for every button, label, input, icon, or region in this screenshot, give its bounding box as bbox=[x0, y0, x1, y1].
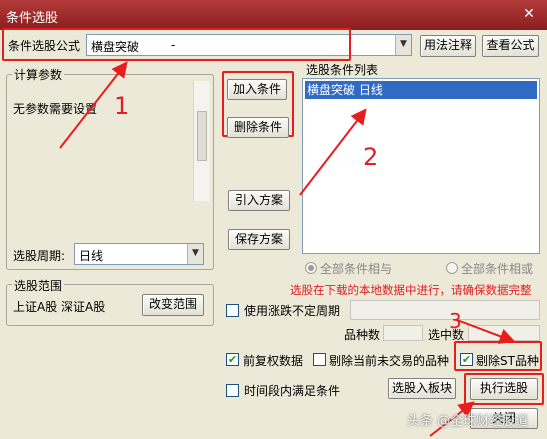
arrow-2 bbox=[299, 108, 367, 196]
watermark: 头条 @全球财经股道 bbox=[407, 414, 529, 429]
arrow-3 bbox=[456, 319, 516, 344]
dialog-window: 条件选股 ✕ 条件选股公式 横盘突破 - ▼ 用法注释 查看公式 计算参数 无参… bbox=[0, 0, 547, 439]
arrow-1 bbox=[59, 61, 128, 149]
annotation-arrows bbox=[59, 61, 516, 437]
